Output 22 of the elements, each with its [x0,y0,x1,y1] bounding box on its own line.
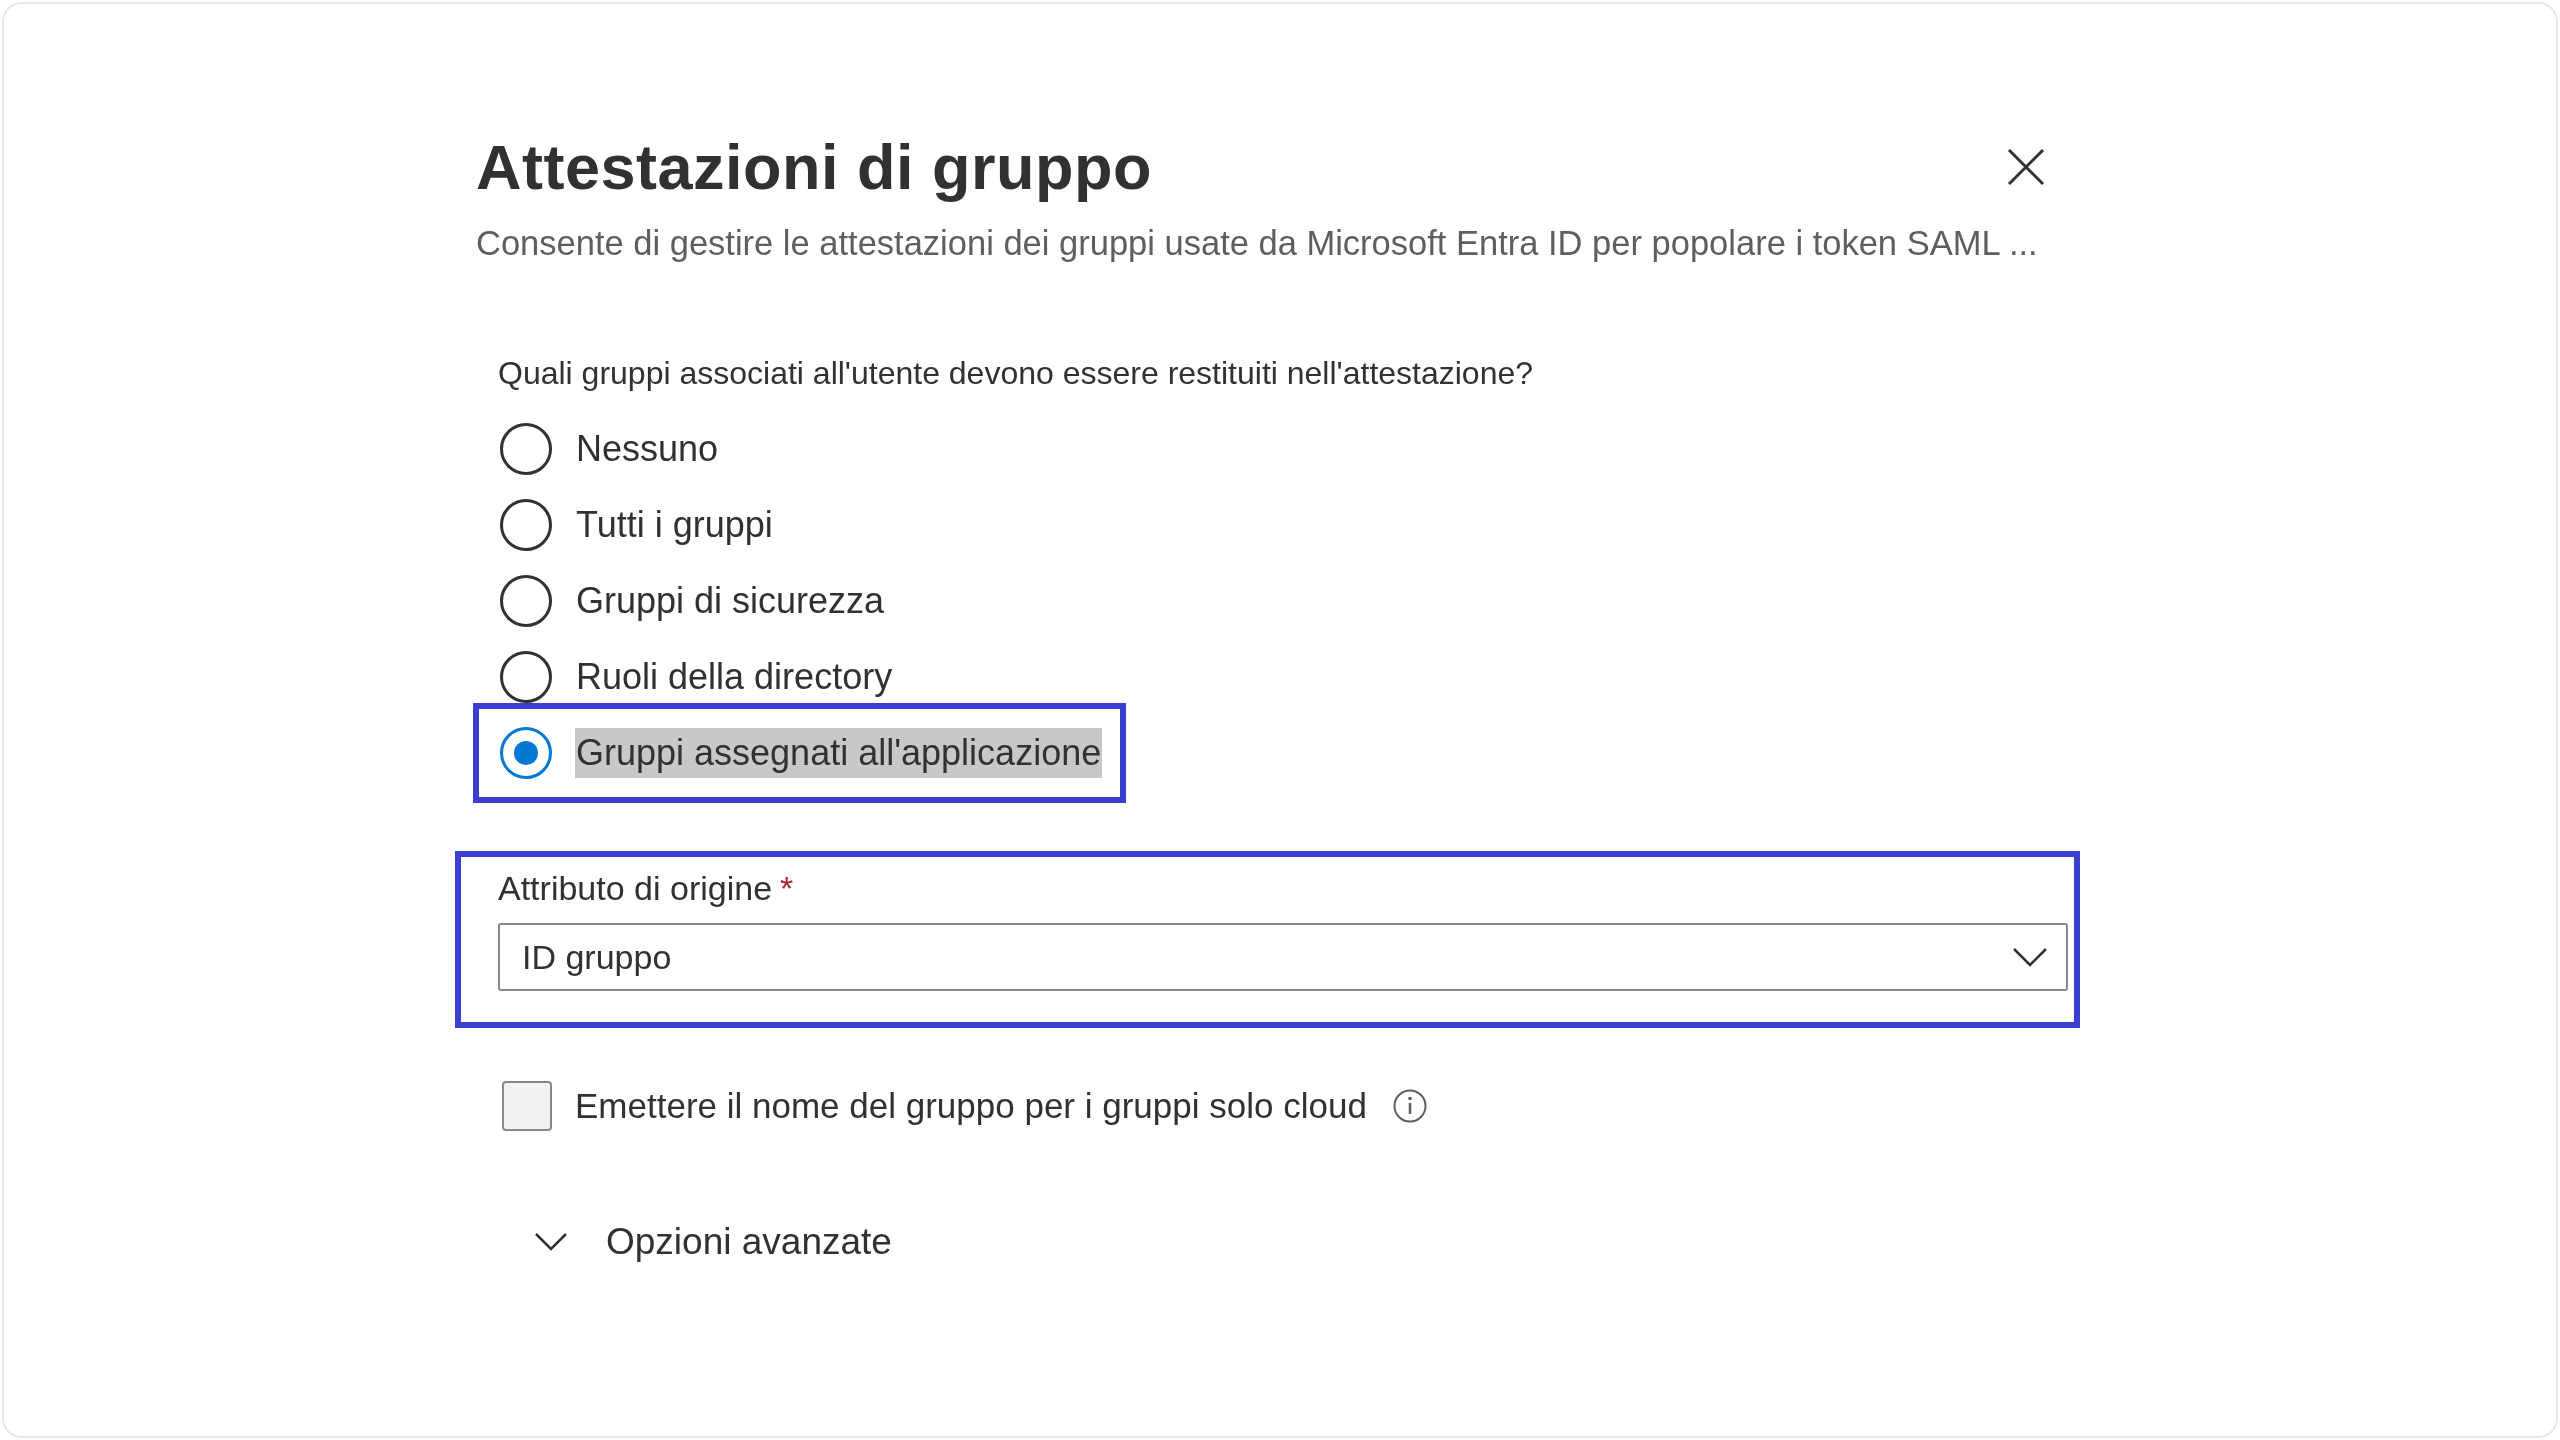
checkbox-label: Emettere il nome del gruppo per i gruppi solo cloud [575,1086,1367,1126]
radio-option[interactable]: Gruppi di sicurezza [498,563,886,639]
required-mark: * [780,868,794,908]
radio-option[interactable]: Tutti i gruppi [498,487,774,563]
panel-description: Consente di gestire le attestazioni dei gruppi usate da Microsoft Entra ID per popolare i token SAML ... [476,223,2039,264]
chevron-down-icon [2012,947,2048,967]
question-text: Quali gruppi associati all'utente devono essere restituiti nell'attestazione? [498,354,1535,393]
radio-button[interactable] [500,423,552,475]
panel-title: Attestazioni di gruppo [476,131,1152,204]
checkbox[interactable] [502,1081,552,1131]
radio-option[interactable]: Nessuno [498,411,720,487]
close-icon[interactable] [2006,147,2046,187]
radio-option[interactable]: Ruoli della directory [498,639,894,715]
expander-button[interactable]: Opzioni avanzate [534,1212,892,1272]
radio-button[interactable] [500,575,552,627]
field-label: Attributo di origine [498,868,773,908]
radio-button[interactable] [500,727,552,779]
dropdown-field[interactable]: ID gruppo [498,923,2068,991]
radio-button[interactable] [500,499,552,551]
chevron-down-icon [534,1232,568,1252]
radio-button[interactable] [500,651,552,703]
info-icon[interactable] [1392,1089,1427,1123]
